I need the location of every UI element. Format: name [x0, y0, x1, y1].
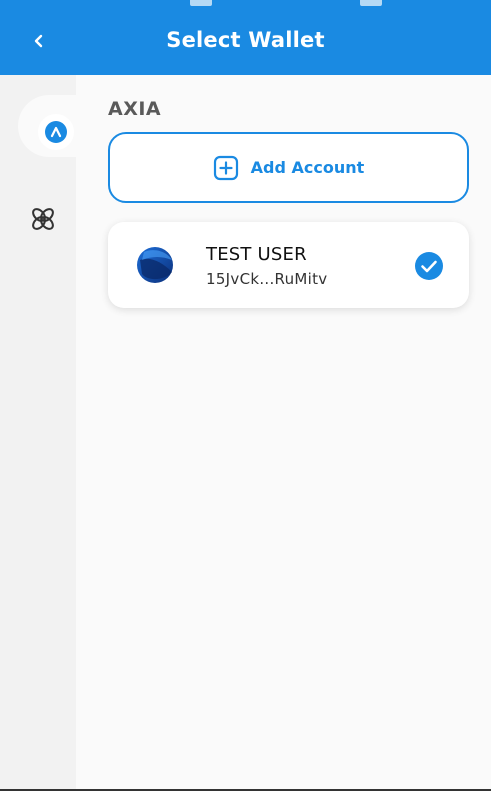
- add-account-button[interactable]: Add Account: [108, 132, 469, 203]
- add-account-label: Add Account: [250, 158, 365, 177]
- axia-a-glyph-icon: [50, 126, 62, 138]
- account-address: 15JvCk...RuMitv: [206, 270, 328, 288]
- link-chain-icon: [32, 208, 54, 230]
- chain-tab-other[interactable]: [28, 204, 58, 234]
- account-name: TEST USER: [206, 244, 307, 265]
- status-bar-indicator: [360, 0, 382, 6]
- app-header: Select Wallet: [0, 0, 491, 75]
- account-card[interactable]: TEST USER 15JvCk...RuMitv: [108, 222, 469, 308]
- page-title: Select Wallet: [166, 28, 325, 52]
- check-circle-icon: [415, 252, 443, 280]
- plus-square-icon: [213, 155, 238, 180]
- account-avatar: [137, 247, 173, 283]
- chain-sidebar: [0, 75, 76, 791]
- axia-logo-icon[interactable]: [38, 114, 74, 150]
- chain-section-label: AXIA: [108, 98, 162, 120]
- status-bar-indicator: [190, 0, 212, 6]
